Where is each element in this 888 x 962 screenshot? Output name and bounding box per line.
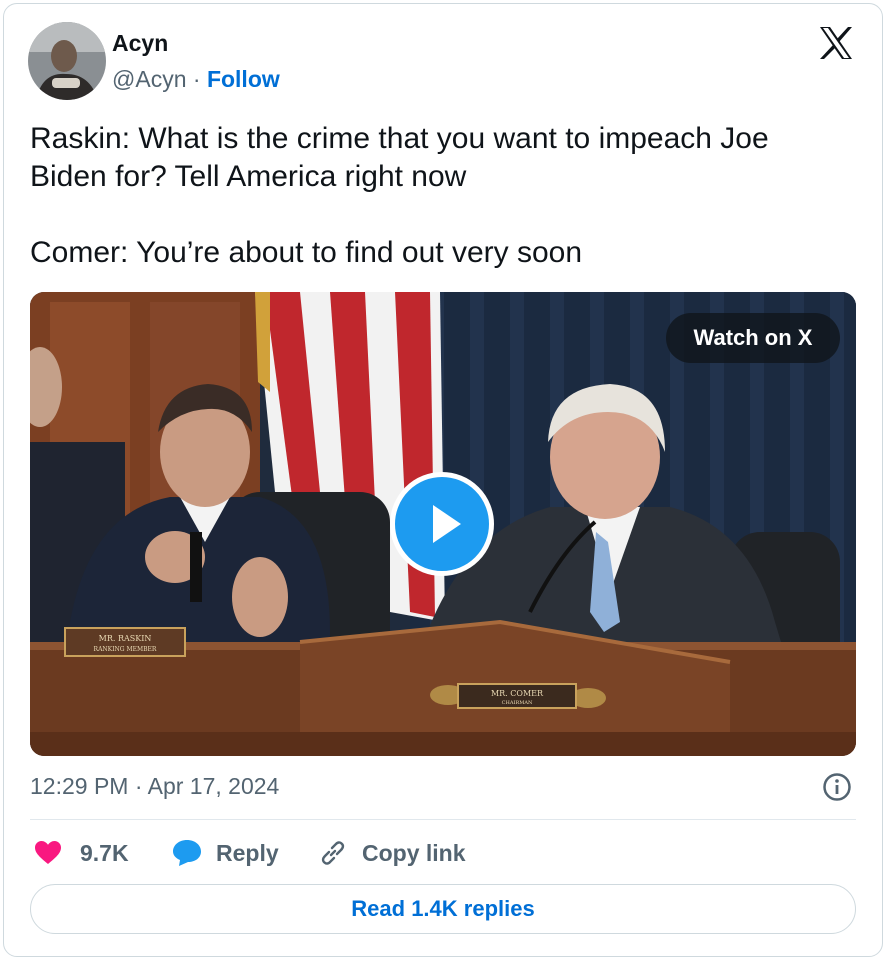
author-name[interactable]: Acyn <box>112 30 168 57</box>
author-handle-row: @Acyn · Follow <box>112 66 280 93</box>
handle-separator: · <box>186 66 207 92</box>
play-icon[interactable] <box>390 472 494 576</box>
divider <box>30 819 856 820</box>
like-button[interactable]: 9.7K <box>34 836 129 870</box>
nameplate-left-line2: RANKING MEMBER <box>94 646 157 653</box>
nameplate-left-line1: MR. RASKIN <box>99 634 152 643</box>
link-icon <box>321 841 345 865</box>
info-icon[interactable] <box>822 772 852 802</box>
tweet-text: Raskin: What is the crime that you want … <box>30 122 769 269</box>
reply-label: Reply <box>216 839 279 866</box>
like-count: 9.7K <box>80 839 129 866</box>
follow-button[interactable]: Follow <box>207 66 280 92</box>
copy-link-label: Copy link <box>362 839 466 866</box>
watch-on-x-button[interactable]: Watch on X <box>666 313 840 363</box>
read-replies-button[interactable]: Read 1.4K replies <box>30 884 856 934</box>
author-handle[interactable]: @Acyn <box>112 66 186 92</box>
nameplate-right-line2: CHAIRMAN <box>502 700 533 706</box>
heart-icon <box>35 841 61 864</box>
copy-link-button[interactable]: Copy link <box>318 836 466 870</box>
avatar[interactable] <box>28 22 106 100</box>
reply-button[interactable]: Reply <box>172 836 279 870</box>
nameplate-right-line1: MR. COMER <box>491 689 544 698</box>
x-logo-icon[interactable] <box>818 26 854 60</box>
tweet-timestamp[interactable]: 12:29 PM · Apr 17, 2024 <box>30 773 279 800</box>
reply-bubble-icon <box>173 840 201 866</box>
